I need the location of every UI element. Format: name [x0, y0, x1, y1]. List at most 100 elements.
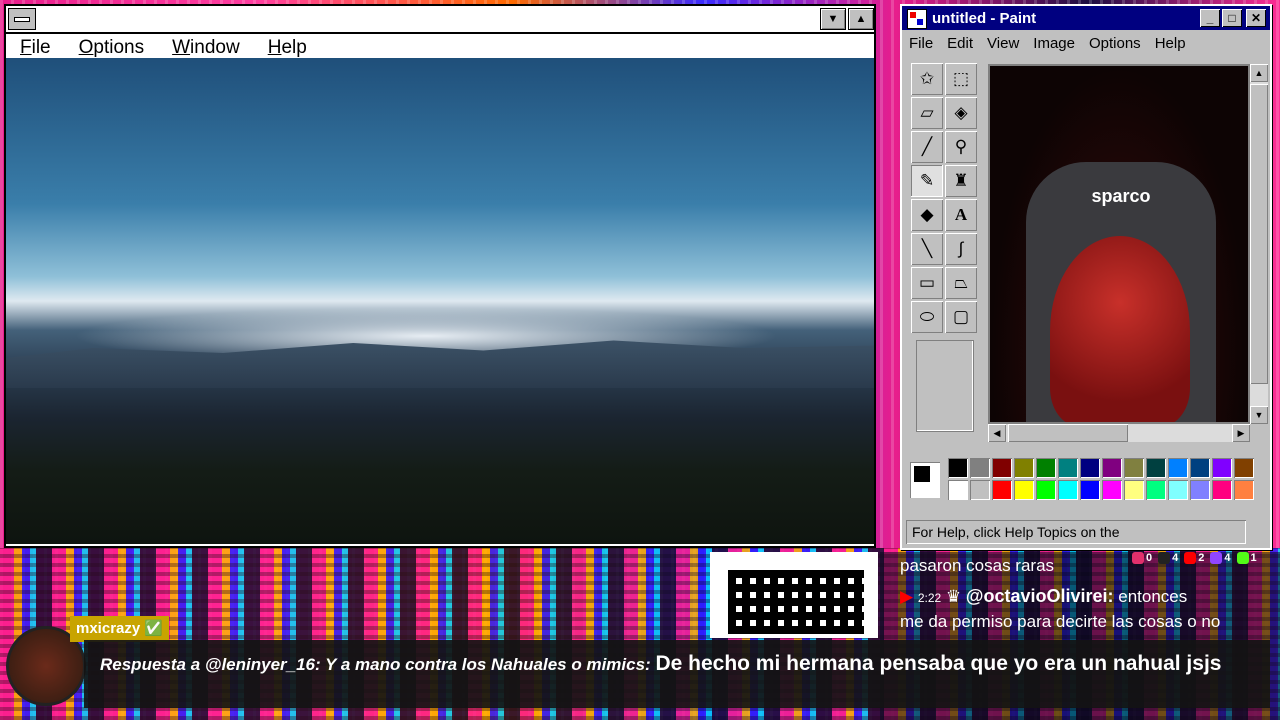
instagram-icon: [1132, 552, 1144, 564]
paint-menu-view[interactable]: View: [980, 35, 1026, 52]
scroll-thumb[interactable]: [1250, 84, 1268, 384]
palette-swatch[interactable]: [970, 458, 990, 478]
social-counters: 0 4 2 4 1: [1132, 552, 1257, 564]
scroll-right-icon[interactable]: ▶: [1232, 424, 1250, 442]
ellipse-icon[interactable]: ⬭: [911, 301, 943, 333]
rectangle-icon[interactable]: ▭: [911, 267, 943, 299]
text-icon[interactable]: A: [945, 199, 977, 231]
paint-menu-options[interactable]: Options: [1082, 35, 1148, 52]
horizontal-scrollbar[interactable]: ◀ ▶: [988, 424, 1250, 442]
palette-swatch[interactable]: [1058, 458, 1078, 478]
maximize-icon[interactable]: □: [1222, 9, 1242, 27]
airbrush-icon[interactable]: ◆: [911, 199, 943, 231]
youtube-icon: ▶: [900, 587, 914, 606]
caption-username: mxicrazy ✅: [70, 616, 170, 642]
chair-brand-label: sparco: [1091, 186, 1151, 206]
palette-swatch[interactable]: [1168, 480, 1188, 500]
kick-icon: [1236, 552, 1249, 564]
polygon-icon[interactable]: ⏢: [945, 267, 977, 299]
minimize-arrow-icon[interactable]: ▼: [820, 8, 846, 30]
system-menu-button[interactable]: [8, 8, 36, 30]
palette-swatch[interactable]: [1014, 480, 1034, 500]
scroll-down-icon[interactable]: ▼: [1250, 406, 1268, 424]
palette-swatch[interactable]: [1014, 458, 1034, 478]
chat-text-a: entonces: [1118, 587, 1188, 606]
youtube-logo-icon: [1184, 552, 1197, 564]
menu-window[interactable]: Window: [158, 37, 254, 59]
minimize-icon[interactable]: _: [1200, 9, 1220, 27]
palette-swatch[interactable]: [1124, 458, 1144, 478]
menu-help[interactable]: Help: [254, 37, 321, 59]
chat-line-2: ▶ 2:22 ♛ @octavioOlivirei: entonces: [900, 586, 1187, 607]
caption-box: Respuesta a @leninyer_16: Y a mano contr…: [84, 640, 1270, 708]
curve-icon[interactable]: ∫: [945, 233, 977, 265]
palette-swatch[interactable]: [1058, 480, 1078, 500]
twitch-counter: 4: [1210, 552, 1231, 564]
palette-swatch[interactable]: [1168, 458, 1188, 478]
palette-swatch[interactable]: [1190, 458, 1210, 478]
paint-menubar: File Edit View Image Options Help: [902, 30, 1270, 56]
brush-icon[interactable]: ♜: [945, 165, 977, 197]
hscroll-thumb[interactable]: [1008, 424, 1128, 442]
palette-swatch[interactable]: [948, 480, 968, 500]
palette-swatch[interactable]: [1102, 480, 1122, 500]
scroll-up-icon[interactable]: ▲: [1250, 64, 1268, 82]
fill-icon[interactable]: ◈: [945, 97, 977, 129]
palette-swatch[interactable]: [1036, 458, 1056, 478]
palette-swatch[interactable]: [1234, 480, 1254, 500]
menu-options[interactable]: Options: [65, 37, 158, 59]
palette-swatch[interactable]: [1102, 458, 1122, 478]
eraser-icon[interactable]: ▱: [911, 97, 943, 129]
paint-canvas[interactable]: sparco: [988, 64, 1250, 424]
line-icon[interactable]: ╲: [911, 233, 943, 265]
maximize-arrow-icon[interactable]: ▲: [848, 8, 874, 30]
palette-swatch[interactable]: [1124, 480, 1144, 500]
palette-swatch[interactable]: [992, 458, 1012, 478]
palette-swatch[interactable]: [992, 480, 1012, 500]
caption-message: De hecho mi hermana pensaba que yo era u…: [655, 652, 1222, 675]
paint-menu-file[interactable]: File: [902, 35, 940, 52]
paint-title: untitled - Paint: [932, 9, 1037, 27]
free-select-icon[interactable]: ✩: [911, 63, 943, 95]
palette-swatch[interactable]: [1234, 458, 1254, 478]
rect-select-icon[interactable]: ⬚: [945, 63, 977, 95]
palette-swatch[interactable]: [1146, 458, 1166, 478]
paint-window[interactable]: untitled - Paint _ □ ✕ File Edit View Im…: [900, 4, 1272, 550]
palette-swatch[interactable]: [1190, 480, 1210, 500]
tool-options-box[interactable]: [916, 340, 974, 432]
scroll-left-icon[interactable]: ◀: [988, 424, 1006, 442]
instagram-counter: 0: [1132, 552, 1152, 564]
eyedropper-icon[interactable]: ╱: [911, 131, 943, 163]
palette-swatch[interactable]: [1080, 480, 1100, 500]
rounded-rect-icon[interactable]: ▢: [945, 301, 977, 333]
palette-swatch[interactable]: [948, 458, 968, 478]
magnifier-icon[interactable]: ⚲: [945, 131, 977, 163]
landscape-photo: [6, 58, 874, 544]
palette-swatch[interactable]: [1212, 458, 1232, 478]
qr-code: [710, 552, 878, 638]
paint-titlebar[interactable]: untitled - Paint _ □ ✕: [902, 6, 1270, 30]
image-viewer-titlebar[interactable]: ▼ ▲: [6, 6, 874, 34]
menu-file[interactable]: File: [6, 37, 65, 59]
palette-swatch[interactable]: [1212, 480, 1232, 500]
pencil-icon[interactable]: ✎: [911, 165, 943, 197]
caption-text: Respuesta a @leninyer_16: Y a mano contr…: [100, 652, 1221, 676]
paint-menu-image[interactable]: Image: [1026, 35, 1082, 52]
paint-app-icon: [907, 9, 927, 29]
current-colors[interactable]: [910, 462, 940, 498]
chat-line-1: pasaron cosas raras: [900, 556, 1055, 575]
paint-menu-edit[interactable]: Edit: [940, 35, 980, 52]
twitch-icon: [1210, 552, 1223, 564]
palette-swatch[interactable]: [970, 480, 990, 500]
paint-menu-help[interactable]: Help: [1148, 35, 1193, 52]
color-palette: [910, 458, 1262, 504]
fox-avatar: [1050, 236, 1190, 422]
close-icon[interactable]: ✕: [1246, 9, 1266, 27]
palette-swatch[interactable]: [1146, 480, 1166, 500]
kick-counter: 1: [1236, 552, 1257, 564]
status-bar: For Help, click Help Topics on the: [906, 520, 1246, 544]
vertical-scrollbar[interactable]: ▲ ▼: [1250, 64, 1268, 424]
palette-swatch[interactable]: [1080, 458, 1100, 478]
chat-user: @octavioOlivirei:: [965, 586, 1114, 606]
palette-swatch[interactable]: [1036, 480, 1056, 500]
